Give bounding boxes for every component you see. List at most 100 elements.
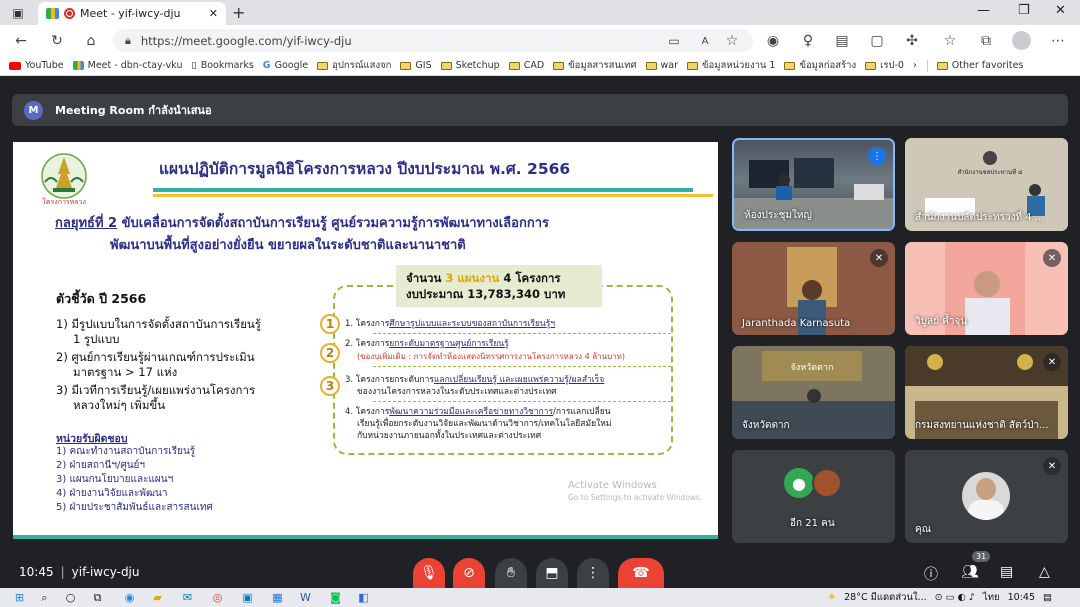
more-menu-icon[interactable]: ⋯	[1048, 31, 1068, 51]
present-button[interactable]: ⬒	[536, 558, 568, 588]
new-tab-icon[interactable]: +	[232, 3, 245, 22]
raise-hand-button[interactable]: ✋︎	[495, 558, 527, 588]
bookmarks-bar: YouTube Meet - dbn-ctay-vku ▯ Bookmarks G…	[0, 56, 1080, 76]
participant-tile[interactable]: ✕ วิบูลย์ ค้ำจุน	[905, 242, 1068, 335]
address-bar[interactable]: 🔒︎ https://meet.google.com/yif-iwcy-dju	[113, 29, 753, 52]
weather-text[interactable]: 28°C มีแดดส่วนใ...	[844, 590, 927, 605]
chrome-icon[interactable]: ◎	[210, 590, 225, 605]
more-vert-icon: ⋮	[586, 565, 600, 581]
task-view-icon[interactable]: ⧉	[90, 590, 105, 605]
participant-tile[interactable]: ✕ กรมสงทยานแห่งชาติ สัตว์ป่า...	[905, 346, 1068, 439]
reload-icon[interactable]: ↻	[47, 31, 67, 51]
folder-icon	[784, 61, 796, 70]
others-tile[interactable]: ● อีก 21 คน	[732, 450, 895, 543]
speaking-indicator-icon: ⋮	[868, 147, 886, 165]
number-badge-1: 1	[320, 314, 340, 334]
bookmark-google[interactable]: G Google	[263, 60, 308, 71]
folder-icon	[440, 61, 452, 70]
line-icon[interactable]: ◙	[328, 590, 343, 605]
cortana-icon[interactable]: ○	[63, 590, 78, 605]
tab-actions-icon[interactable]: ▣	[9, 4, 27, 22]
app2-icon[interactable]: ◧	[356, 590, 371, 605]
participant-name: สำนักงานปลัดประทรวงที่ 4 ...	[915, 212, 1045, 223]
bookmark-folder[interactable]: Sketchup	[440, 60, 500, 71]
presentation-slide: โครงการหลวง แผนปฏิบัติการมูลนิธิโครงการห…	[13, 142, 718, 539]
collections-icon[interactable]: ⧉	[976, 31, 996, 51]
bookmark-meet[interactable]: Meet - dbn-ctay-vku	[72, 60, 182, 71]
camera-off-button[interactable]: ⊘	[453, 558, 485, 588]
close-window-icon[interactable]: ✕	[1055, 3, 1066, 18]
participant-tile[interactable]: ✕ Jaranthada Karnasuta	[732, 242, 895, 335]
puzzle-icon[interactable]: ✣	[902, 31, 922, 51]
bookmark-youtube[interactable]: YouTube	[9, 60, 64, 71]
mic-off-button[interactable]: 🎙︎	[413, 558, 445, 588]
activities-icon[interactable]: △	[1039, 564, 1050, 580]
people-icon[interactable]: 👥︎	[961, 564, 979, 580]
info-icon[interactable]: ⓘ	[924, 564, 938, 584]
word-icon[interactable]: W	[298, 590, 313, 605]
bookmark-bookmarks[interactable]: ▯ Bookmarks	[191, 60, 253, 71]
end-call-button[interactable]: ☎︎	[618, 558, 664, 588]
folder-icon	[508, 61, 520, 70]
profile-avatar[interactable]	[1012, 31, 1031, 50]
mic-off-icon: ✕	[1043, 249, 1061, 267]
back-icon[interactable]: ←	[11, 31, 31, 51]
tray-icons[interactable]: ⊙ ▭ ◐ ♪	[935, 592, 975, 603]
browser-tab[interactable]: Meet - yif-iwcy-dju ✕	[38, 2, 226, 25]
home-icon[interactable]: ⌂	[81, 31, 101, 51]
divider	[373, 401, 671, 402]
restore-icon[interactable]: ❐	[1018, 3, 1030, 18]
close-tab-icon[interactable]: ✕	[209, 7, 218, 20]
store-icon[interactable]: ▣	[240, 590, 255, 605]
idea-icon[interactable]: ♀	[798, 31, 818, 51]
participant-tile[interactable]: สำนักงานชลประทานที่ ๔ สำนักงานปลัดประทรว…	[905, 138, 1068, 231]
notification-icon[interactable]: ▤	[1043, 592, 1052, 603]
project-4: 4. โครงการพัฒนาความร่วมมือและเครือข่ายทา…	[345, 407, 611, 417]
bookmark-folder[interactable]: CAD	[508, 60, 544, 71]
participant-name: วิบูลย์ ค้ำจุน	[915, 316, 968, 327]
bookmark-folder[interactable]: ข้อมูลหน่วยงาน 1	[687, 58, 775, 73]
language-indicator[interactable]: ไทย	[983, 590, 1000, 605]
search-icon[interactable]: ⌕	[37, 590, 52, 605]
browser-tab-bar: ▣ Meet - yif-iwcy-dju ✕ + — ❐ ✕	[0, 0, 1080, 25]
participant-tile[interactable]: จังหวัดตาก จังหวัดตาก	[732, 346, 895, 439]
extension3-icon[interactable]: ▢	[867, 31, 887, 51]
bookmarks-overflow-icon[interactable]: ›	[913, 60, 917, 71]
title-underline-yellow	[153, 194, 713, 197]
project-1: 1. โครงการศึกษารูปแบบและระบบของสถาบันการ…	[345, 319, 556, 329]
camera-indicator-icon[interactable]: ▭	[664, 31, 684, 51]
mail-icon[interactable]: ✉	[180, 590, 195, 605]
indicator-item: 3) มีเวทีการเรียนรู้/เผยแพร่งานโครงการ	[56, 383, 256, 397]
extension2-icon[interactable]: ▤	[832, 31, 852, 51]
extension-icon[interactable]: ◉	[763, 31, 783, 51]
bookmark-folder[interactable]: ข้อมูลก่อสร้าง	[784, 58, 856, 73]
favorite-star-icon[interactable]: ☆	[722, 31, 742, 51]
browser-toolbar: ← ↻ ⌂ 🔒︎ https://meet.google.com/yif-iwc…	[0, 25, 1080, 56]
participant-name: กรมสงทยานแห่งชาติ สัตว์ป่า...	[915, 420, 1049, 431]
start-icon[interactable]: ⊞	[12, 590, 27, 605]
read-aloud-icon[interactable]: A	[695, 31, 715, 51]
bookmark-folder[interactable]: อุปกรณ์แสงจก	[317, 58, 391, 73]
clock[interactable]: 10:45	[1008, 592, 1035, 603]
file-explorer-icon[interactable]: ▰	[150, 590, 165, 605]
app-icon[interactable]: ▦	[270, 590, 285, 605]
summary-box: จำนวน 3 แผนงาน 4 โครงการ งบประมาณ 13,783…	[396, 265, 602, 307]
participant-tile[interactable]: ⋮ ห้องประชุมใหญ่	[732, 138, 895, 231]
more-options-button[interactable]: ⋮	[577, 558, 609, 588]
folder-icon	[645, 61, 657, 70]
participant-name: คุณ	[915, 524, 931, 535]
chat-icon[interactable]: ▤	[1000, 564, 1013, 580]
favorites-icon[interactable]: ☆	[940, 31, 960, 51]
divider	[373, 333, 671, 334]
divider	[926, 59, 928, 72]
bookmark-other-favorites[interactable]: Other favorites	[936, 60, 1023, 71]
others-count: อีก 21 คน	[790, 518, 835, 529]
indicator-item: มาตรฐาน > 17 แห่ง	[73, 365, 178, 379]
edge-icon[interactable]: ◉	[122, 590, 137, 605]
bookmark-folder[interactable]: GIS	[400, 60, 432, 71]
self-tile[interactable]: ✕ คุณ	[905, 450, 1068, 543]
minimize-icon[interactable]: —	[977, 3, 990, 18]
bookmark-folder[interactable]: war	[645, 60, 678, 71]
bookmark-folder[interactable]: ข้อมูลสารสนเทศ	[553, 58, 637, 73]
bookmark-folder[interactable]: เรป-0	[865, 58, 904, 73]
